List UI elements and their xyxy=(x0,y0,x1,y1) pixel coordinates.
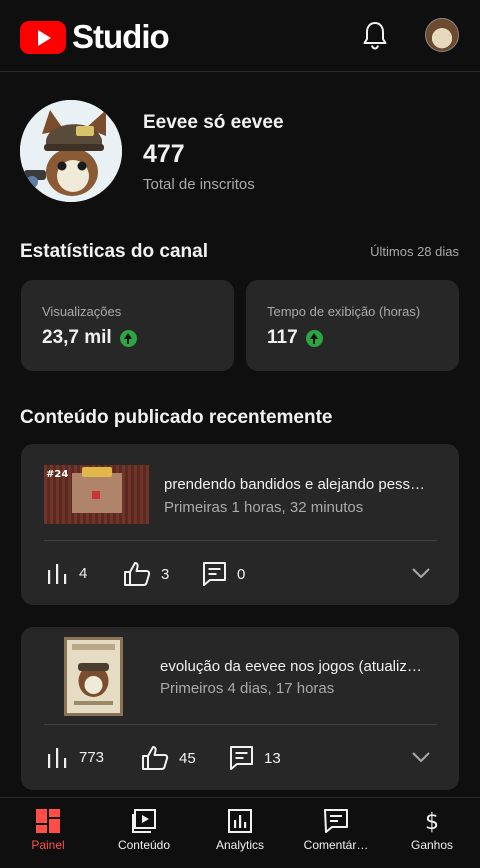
video-subtitle: Primeiras 1 horas, 32 minutos xyxy=(164,499,364,516)
thumbnail-image xyxy=(64,637,123,716)
comments-count: 0 xyxy=(237,565,246,583)
stats-period: Últimos 28 dias xyxy=(370,244,459,259)
comments-metric[interactable]: 13 xyxy=(229,745,281,771)
stats-title: Estatísticas do canal xyxy=(20,241,208,262)
earnings-icon: $ xyxy=(425,810,439,834)
nav-item-comentarios[interactable]: Comentár… xyxy=(288,798,384,868)
views-card[interactable]: Visualizações 23,7 mil xyxy=(21,280,234,371)
bell-icon[interactable] xyxy=(362,20,388,50)
watch-time-label: Tempo de exibição (horas) xyxy=(267,304,421,319)
top-app-bar: Studio xyxy=(0,0,480,72)
svg-text:$: $ xyxy=(425,810,439,834)
trend-up-icon xyxy=(305,329,323,347)
thumbnail-image: #24 xyxy=(44,465,149,524)
comments-icon xyxy=(324,809,348,833)
content-icon xyxy=(132,809,156,833)
nav-item-analytics[interactable]: Analytics xyxy=(192,798,288,868)
views-metric[interactable]: 773 xyxy=(46,745,104,769)
views-count: 773 xyxy=(79,748,105,766)
subscriber-count: 477 xyxy=(143,140,185,168)
bottom-navigation: Painel Conteúdo Analytics Comentár… $ Ga… xyxy=(0,797,480,868)
video-card[interactable]: evolução da eevee nos jogos (atualiz… Pr… xyxy=(21,627,459,790)
channel-summary: Eevee só eevee 477 Total de inscritos xyxy=(20,100,460,204)
avatar[interactable] xyxy=(425,18,459,52)
comment-icon xyxy=(230,746,253,770)
views-count: 4 xyxy=(79,564,88,582)
brand-name: Studio xyxy=(72,18,170,55)
views-number: 23,7 mil xyxy=(42,327,112,348)
channel-name: Eevee só eevee xyxy=(143,112,284,133)
dashboard-icon xyxy=(36,809,60,833)
video-thumbnail[interactable] xyxy=(64,637,123,716)
like-icon xyxy=(124,562,151,586)
views-metric[interactable]: 4 xyxy=(46,561,87,585)
nav-label: Analytics xyxy=(215,838,265,852)
recent-title: Conteúdo publicado recentemente xyxy=(20,407,333,428)
bar-chart-icon xyxy=(48,564,67,584)
trend-up-icon xyxy=(119,329,137,347)
channel-avatar[interactable] xyxy=(20,100,122,202)
comments-count: 13 xyxy=(264,749,281,767)
nav-label: Comentár… xyxy=(303,838,369,852)
video-subtitle: Primeiros 4 dias, 17 horas xyxy=(160,680,335,697)
divider xyxy=(44,724,437,725)
watch-time-value: 117 xyxy=(267,327,323,349)
bar-chart-icon xyxy=(48,748,67,768)
watch-time-card[interactable]: Tempo de exibição (horas) 117 xyxy=(246,280,459,371)
likes-count: 45 xyxy=(179,749,196,767)
video-title: evolução da eevee nos jogos (atualiz… xyxy=(160,658,422,675)
nav-item-painel[interactable]: Painel xyxy=(0,798,96,868)
like-icon xyxy=(142,746,169,770)
watch-time-number: 117 xyxy=(267,327,298,348)
video-title: prendendo bandidos e alejando pess… xyxy=(164,476,426,493)
likes-metric[interactable]: 45 xyxy=(141,745,196,771)
nav-label: Conteúdo xyxy=(117,838,171,852)
analytics-icon xyxy=(228,809,252,833)
video-card[interactable]: #24 prendendo bandidos e alejando pess… … xyxy=(21,444,459,605)
studio-logo[interactable]: Studio xyxy=(20,18,170,56)
views-value: 23,7 mil xyxy=(42,327,137,349)
thumbnail-badge: #24 xyxy=(46,469,68,480)
divider xyxy=(44,540,437,541)
chevron-down-icon[interactable] xyxy=(411,567,431,579)
likes-metric[interactable]: 3 xyxy=(123,561,169,587)
nav-label: Ganhos xyxy=(410,838,454,852)
comment-icon xyxy=(203,562,226,586)
eevee-avatar-image xyxy=(20,100,122,202)
chevron-down-icon[interactable] xyxy=(411,751,431,763)
likes-count: 3 xyxy=(161,565,170,583)
comments-metric[interactable]: 0 xyxy=(202,561,245,587)
nav-item-ganhos[interactable]: $ Ganhos xyxy=(384,798,480,868)
views-label: Visualizações xyxy=(42,304,122,319)
video-thumbnail[interactable]: #24 xyxy=(44,465,149,524)
youtube-logo-icon xyxy=(20,20,66,54)
nav-label: Painel xyxy=(31,838,65,852)
nav-item-conteudo[interactable]: Conteúdo xyxy=(96,798,192,868)
subscriber-label: Total de inscritos xyxy=(143,176,255,193)
